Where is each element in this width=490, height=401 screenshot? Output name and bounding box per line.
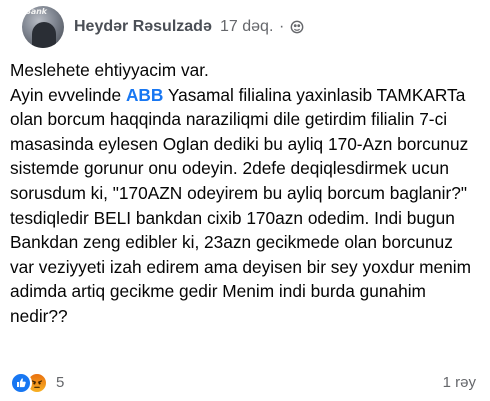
avatar-figure (32, 22, 56, 48)
abb-page-link[interactable]: ABB (126, 85, 163, 105)
avatar[interactable]: Bank (22, 6, 64, 48)
avatar-logo-text: Bank (25, 7, 47, 16)
author-name[interactable]: Heydər Rəsulzadə (74, 18, 212, 36)
reactions-summary[interactable] (10, 372, 56, 394)
post-text: Meslehete ehtiyyacim var. Ayin evvelinde… (10, 58, 480, 329)
globe-icon[interactable] (290, 20, 304, 34)
post-line-1: Meslehete ehtiyyacim var. (10, 60, 209, 80)
comment-count[interactable]: 1 rəy (443, 374, 476, 391)
like-icon (10, 372, 32, 394)
post-text-before-link: Ayin evvelinde (10, 84, 126, 105)
post-paragraph: Ayin evvelinde ABB Yasamal filialina yax… (10, 83, 480, 329)
post-timestamp[interactable]: 17 dəq. (220, 18, 273, 36)
post-text-after-link: Yasamal filialina yaxinlasib TAMKARTa ol… (10, 84, 472, 326)
post-header: Bank Heydər Rəsulzadə · 17 dəq. · (0, 0, 490, 56)
separator-dot: · (206, 18, 212, 35)
separator-dot-2: · (279, 18, 285, 35)
reaction-count[interactable]: 5 (56, 374, 64, 391)
post-footer: 5 1 rəy (0, 368, 490, 398)
